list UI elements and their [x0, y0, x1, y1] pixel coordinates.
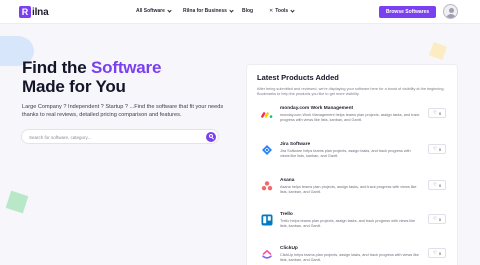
search-button[interactable]	[206, 131, 216, 142]
latest-products-card: Latest Products Added After being submit…	[246, 64, 458, 265]
bookmark-button[interactable]: ♡ 0	[428, 248, 446, 258]
nav-tools[interactable]: ✕ Tools	[269, 7, 295, 14]
latest-products-title: Latest Products Added	[257, 73, 339, 82]
nav-blog-label: Blog	[242, 8, 254, 14]
product-description: Trello helps teams plan projects, assign…	[280, 219, 416, 228]
logo-mark: R	[19, 6, 31, 18]
monday-logo-icon	[261, 112, 273, 118]
heart-icon: ♡	[432, 215, 437, 221]
bookmark-count: 0	[438, 250, 442, 256]
heart-icon: ♡	[432, 109, 437, 115]
product-item[interactable]: monday.com Work Management monday.com Wo…	[257, 105, 453, 133]
nav-all-software-label: All Software	[136, 8, 165, 14]
bookmark-count: 0	[438, 110, 442, 116]
product-item[interactable]: ClickUp ClickUp helps teams plan project…	[257, 245, 453, 265]
logo-text: ilna	[32, 6, 49, 18]
bookmark-button[interactable]: ♡ 0	[428, 144, 446, 154]
jira-logo-icon	[262, 145, 272, 155]
chevron-down-icon	[290, 7, 295, 13]
product-name[interactable]: Jira Software	[280, 142, 310, 147]
heart-icon: ♡	[432, 181, 437, 187]
bookmark-button[interactable]: ♡ 0	[428, 108, 446, 118]
bookmark-count: 0	[438, 216, 442, 222]
hero-title: Find the Software Made for You	[22, 58, 161, 96]
product-name[interactable]: monday.com Work Management	[280, 106, 353, 111]
hero-title-prefix: Find the	[22, 58, 92, 77]
search-input[interactable]: Search for software, category...	[29, 135, 91, 140]
hero-subtitle: Large Company ? Independent ? Startup ? …	[22, 104, 224, 118]
bookmark-count: 0	[438, 146, 442, 152]
heart-icon: ♡	[432, 145, 437, 151]
latest-products-description: After being submitted and reviewed, we'r…	[257, 87, 445, 97]
product-description: monday.com Work Management helps teams p…	[280, 113, 420, 122]
nav-all-software[interactable]: All Software	[136, 7, 172, 14]
product-item[interactable]: Trello Trello helps teams plan projects,…	[257, 211, 453, 239]
nav-rilna-business-label: Rilna for Business	[183, 8, 227, 14]
decorative-yellow-square	[429, 42, 447, 60]
nav-blog[interactable]: Blog	[242, 8, 253, 14]
heart-icon: ♡	[432, 249, 437, 255]
bookmark-button[interactable]: ♡ 0	[428, 214, 446, 224]
product-item[interactable]: Asana Asana helps teams plan projects, a…	[257, 177, 453, 205]
bookmark-button[interactable]: ♡ 0	[428, 180, 446, 190]
product-description: Jira Software helps teams plan projects,…	[280, 149, 411, 158]
trello-logo-icon	[261, 214, 273, 226]
chevron-down-icon	[229, 7, 234, 13]
product-item[interactable]: Jira Software Jira Software helps teams …	[257, 141, 453, 169]
user-avatar-icon[interactable]	[443, 4, 458, 19]
browse-softwares-button[interactable]: Browse Softwares	[379, 6, 436, 18]
search-bar[interactable]: Search for software, category...	[21, 129, 219, 144]
product-name[interactable]: Trello	[280, 212, 293, 217]
nav-rilna-for-business[interactable]: Rilna for Business	[183, 7, 234, 14]
logo[interactable]: R ilna	[19, 6, 49, 18]
chevron-down-icon	[167, 7, 172, 13]
decorative-green-square	[5, 190, 29, 214]
asana-logo-icon	[261, 181, 273, 191]
nav-tools-label: Tools	[275, 8, 289, 14]
product-name[interactable]: ClickUp	[280, 246, 298, 251]
hero-title-line2: Made for You	[22, 77, 126, 96]
product-description: Asana helps teams plan projects, assign …	[280, 185, 417, 194]
top-navbar: R ilna All Software Rilna for Business B…	[0, 0, 480, 24]
bookmark-count: 0	[438, 182, 442, 188]
product-description: ClickUp helps teams plan projects, assig…	[280, 253, 419, 262]
clickup-logo-icon	[262, 249, 272, 259]
product-name[interactable]: Asana	[280, 178, 294, 183]
tools-icon: ✕	[269, 8, 274, 14]
hero-title-accent: Software	[91, 58, 162, 77]
